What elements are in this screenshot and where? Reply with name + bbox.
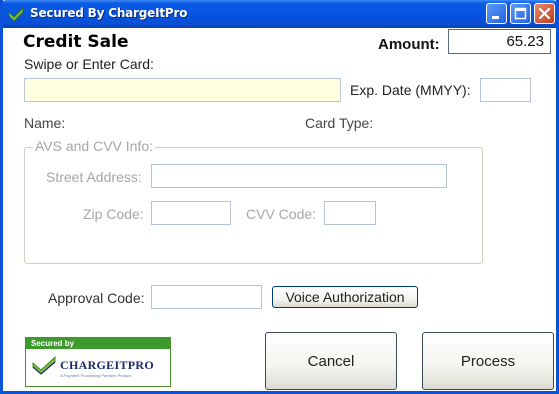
close-button[interactable] <box>534 3 555 24</box>
minimize-button[interactable] <box>486 3 507 24</box>
maximize-icon <box>514 7 527 20</box>
chargeitpro-logo: Secured by CHARGEITPRO A Payment Process… <box>25 337 171 387</box>
zip-code-input[interactable] <box>151 201 231 225</box>
card-label: Swipe or Enter Card: <box>24 56 154 72</box>
page-title: Credit Sale <box>23 32 129 52</box>
credit-sale-form: Credit Sale Amount: Swipe or Enter Card:… <box>3 28 556 391</box>
cancel-button[interactable]: Cancel <box>265 332 397 390</box>
close-icon <box>538 7 551 20</box>
title-bar[interactable]: Secured By ChargeItPro <box>3 0 556 28</box>
name-label: Name: <box>24 115 66 131</box>
logo-brand-name: CHARGEITPRO <box>60 358 154 372</box>
logo-tagline: A Payment Processing Partners Product <box>60 373 132 378</box>
amount-input[interactable] <box>448 29 551 54</box>
window-title: Secured By ChargeItPro <box>30 6 188 20</box>
maximize-button[interactable] <box>510 3 531 24</box>
chargeitpro-check-icon <box>8 6 24 22</box>
cvv-code-input[interactable] <box>324 201 376 225</box>
cvv-code-label: CVV Code: <box>246 206 317 222</box>
amount-label: Amount: <box>378 36 440 53</box>
approval-code-input[interactable] <box>151 285 262 309</box>
card-type-label: Card Type: <box>305 115 374 131</box>
process-button[interactable]: Process <box>422 332 554 390</box>
credit-sale-window: Secured By ChargeItPro Credit Sale Amoun… <box>0 0 559 394</box>
voice-authorization-button[interactable]: Voice Authorization <box>272 286 418 308</box>
logo-secured-by: Secured by <box>26 338 170 349</box>
zip-code-label: Zip Code: <box>83 206 144 222</box>
exp-date-input[interactable] <box>480 78 531 102</box>
logo-check-icon <box>32 355 56 380</box>
street-address-label: Street Address: <box>46 169 142 185</box>
card-input[interactable] <box>24 78 341 102</box>
street-address-input[interactable] <box>151 164 447 188</box>
avs-cvv-legend: AVS and CVV Info: <box>33 138 156 154</box>
exp-date-label: Exp. Date (MMYY): <box>350 82 471 98</box>
approval-code-label: Approval Code: <box>48 290 145 306</box>
minimize-icon <box>492 16 499 19</box>
